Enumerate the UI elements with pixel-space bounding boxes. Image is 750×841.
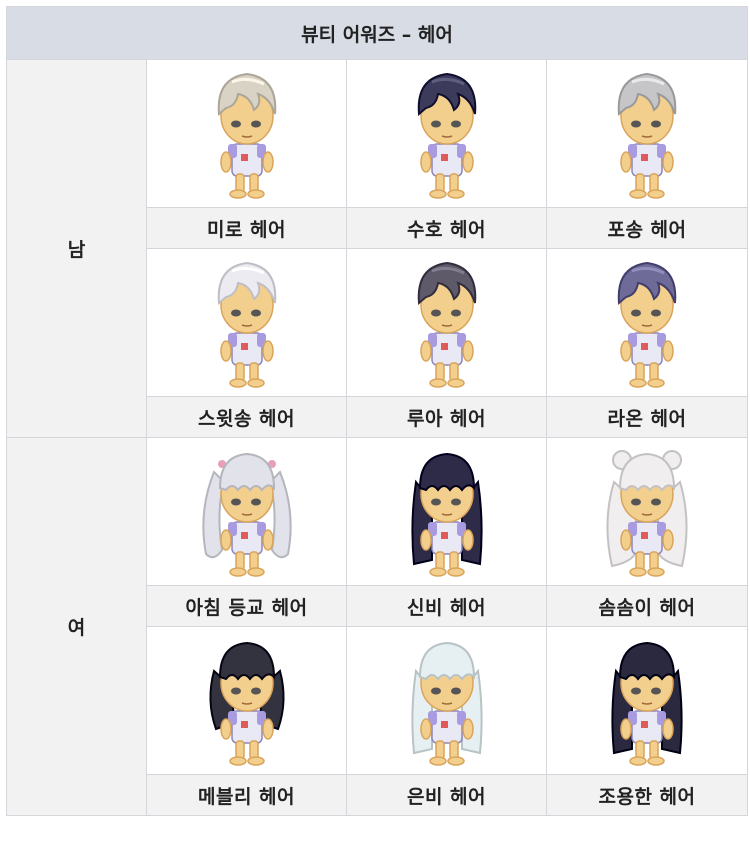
gender-label-male: 남 [6, 59, 147, 438]
character-avatar-image [410, 641, 483, 766]
hair-image-cell [146, 59, 347, 208]
hair-image-cell [146, 626, 347, 775]
hair-name-sweetsong: 스윗송 헤어 [146, 396, 347, 438]
character-avatar-image [617, 261, 677, 388]
hair-awards-table: 뷰티 어워즈 – 헤어 남 미로 헤어 수호 헤어 포송 헤어 스윗송 헤어 루… [5, 6, 749, 816]
character-avatar-image [617, 72, 677, 199]
hair-name-morning-school: 아침 등교 헤어 [146, 585, 347, 627]
hair-name-rua: 루아 헤어 [346, 396, 547, 438]
character-avatar-image [417, 72, 476, 199]
character-avatar-image [217, 72, 276, 199]
hair-image-cell [346, 59, 547, 208]
character-avatar-image [217, 261, 276, 388]
hair-name-eunbi: 은비 헤어 [346, 774, 547, 816]
hair-image-cell [545, 626, 749, 775]
character-avatar-image [410, 452, 483, 577]
table-title: 뷰티 어워즈 – 헤어 [5, 6, 749, 60]
hair-name-miro: 미로 헤어 [146, 207, 347, 249]
hair-awards-table-wrapper: 뷰티 어워즈 – 헤어 남 미로 헤어 수호 헤어 포송 헤어 스윗송 헤어 루… [5, 6, 749, 816]
hair-name-sinbi: 신비 헤어 [346, 585, 547, 627]
character-avatar-image [209, 641, 284, 766]
hair-name-mebly: 메블리 헤어 [146, 774, 347, 816]
hair-image-cell [346, 626, 547, 775]
hair-name-quiet: 조용한 헤어 [545, 774, 749, 816]
hair-image-cell [545, 437, 749, 586]
hair-image-cell [545, 248, 749, 397]
hair-name-raon: 라온 헤어 [545, 396, 749, 438]
character-avatar-image [201, 452, 292, 577]
gender-label-female: 여 [6, 437, 147, 816]
hair-image-cell [545, 59, 749, 208]
hair-name-posong: 포송 헤어 [545, 207, 749, 249]
hair-name-suho: 수호 헤어 [346, 207, 547, 249]
hair-image-cell [146, 437, 347, 586]
hair-name-somsomi: 솜솜이 헤어 [545, 585, 749, 627]
character-avatar-image [606, 449, 688, 577]
character-avatar-image [611, 641, 683, 766]
hair-image-cell [346, 437, 547, 586]
hair-image-cell [346, 248, 547, 397]
hair-image-cell [146, 248, 347, 397]
character-avatar-image [417, 261, 476, 388]
